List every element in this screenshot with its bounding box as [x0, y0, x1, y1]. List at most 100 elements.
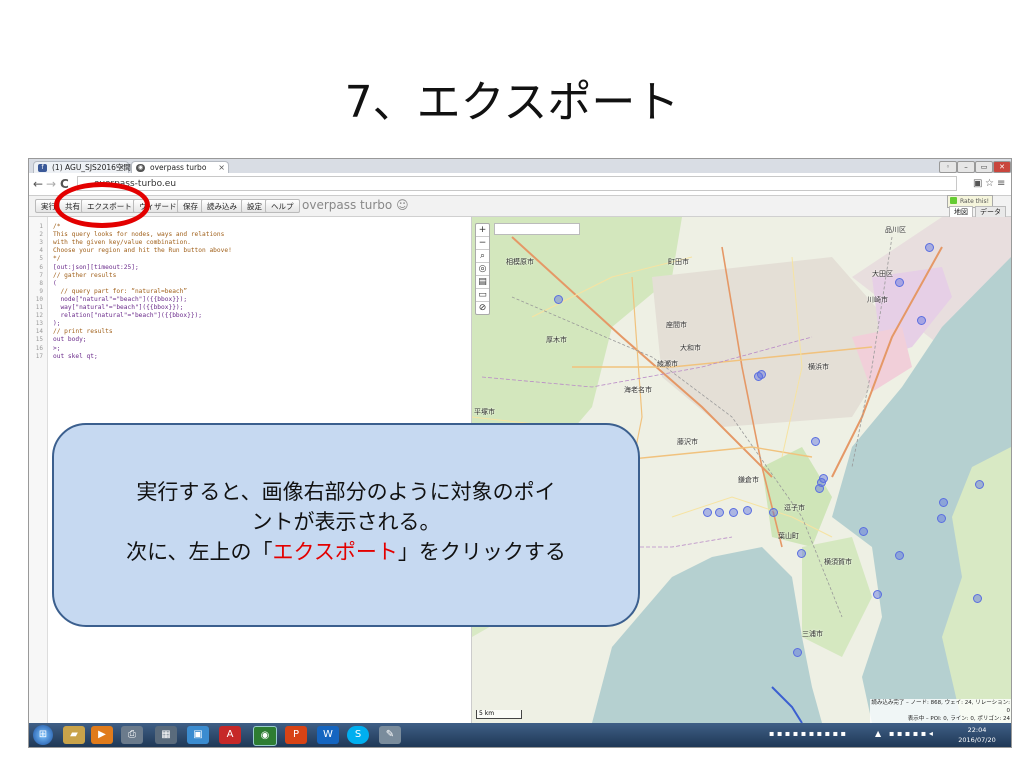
tab-facebook[interactable]: f (1) AGU_SJS2016空間 × [33, 161, 131, 173]
zoom-out-button[interactable]: − [476, 237, 489, 250]
code-line[interactable]: // query part for: “natural=beach” [53, 288, 187, 296]
tray-icons[interactable]: ▪ ▪ ▪ ▪ ▪ ▪ ▪ ▪ ▪ ▪ [769, 729, 846, 738]
map-place-label: 三浦市 [802, 630, 823, 638]
callout-line-3: 次に、左上の「エクスポート」をクリックする [54, 537, 638, 567]
code-line[interactable]: [out:json][timeout:25]; [53, 264, 139, 272]
code-line[interactable]: // print results [53, 328, 113, 336]
code-line[interactable]: */ [53, 255, 60, 263]
load-stats: 読み込み完了 – ノード: 868, ウェイ: 24, リレーション: 0 表示… [870, 699, 1011, 723]
beach-marker[interactable] [769, 508, 778, 517]
fullscreen-icon[interactable]: ▭ [476, 289, 489, 302]
line-number: 16 [35, 344, 43, 352]
minimize-icon[interactable]: – [957, 161, 975, 173]
beach-marker[interactable] [925, 243, 934, 252]
paint-icon[interactable]: ✎ [379, 726, 401, 744]
clock[interactable]: 22:04 2016/07/20 [947, 725, 1007, 745]
maximize-icon[interactable]: ▭ [975, 161, 993, 173]
code-line[interactable]: This query looks for nodes, ways and rel… [53, 231, 224, 239]
code-line[interactable]: Choose your region and hit the Run butto… [53, 247, 232, 255]
map-search-input[interactable] [494, 223, 580, 235]
map-place-label: 座間市 [666, 321, 687, 329]
line-number: 9 [39, 287, 43, 295]
media-player-icon[interactable]: ▶ [91, 726, 113, 744]
code-line[interactable]: out skel qt; [53, 353, 98, 361]
code-line[interactable]: ); [53, 320, 60, 328]
beach-marker[interactable] [859, 527, 868, 536]
map-place-label: 葉山町 [778, 532, 799, 540]
code-line[interactable]: relation["natural"="beach"]({{bbox}}); [53, 312, 202, 320]
code-line[interactable]: node["natural"="beach"]({{bbox}}); [53, 296, 187, 304]
beach-marker[interactable] [715, 508, 724, 517]
facebook-icon: f [38, 164, 47, 172]
menu-icon[interactable]: ≡ [997, 178, 1005, 189]
map-place-label: 綾瀬市 [657, 360, 678, 368]
tray-status-icons[interactable]: ▪ ▪ ▪ ▪ ▪ ◂ [889, 729, 933, 738]
code-line[interactable]: way["natural"="beach"]({{bbox}}); [53, 304, 183, 312]
window-close-icon[interactable]: ✕ [993, 161, 1011, 173]
beach-marker[interactable] [937, 514, 946, 523]
printer-icon[interactable]: ⎙ [121, 726, 143, 744]
instruction-callout: 実行すると、画像右部分のように対象のポイ ントが表示される。 次に、左上の「エク… [52, 423, 640, 627]
brand-title: overpass turbo ☺ [302, 198, 409, 212]
beach-marker[interactable] [973, 594, 982, 603]
word-icon[interactable]: W [317, 726, 339, 744]
network-icon[interactable]: ▦ [155, 726, 177, 744]
chrome-icon[interactable]: ◉ [253, 726, 277, 746]
beach-marker[interactable] [917, 316, 926, 325]
skype-icon[interactable]: S [347, 726, 369, 744]
clear-icon[interactable]: ⊘ [476, 302, 489, 314]
line-number: 3 [39, 239, 43, 247]
beach-marker[interactable] [793, 648, 802, 657]
beach-marker[interactable] [895, 278, 904, 287]
beach-marker[interactable] [703, 508, 712, 517]
start-button[interactable]: ⊞ [33, 725, 53, 745]
callout-export-highlight: エクスポート [272, 540, 398, 564]
code-line[interactable]: // gather results [53, 272, 116, 280]
beach-marker[interactable] [729, 508, 738, 517]
beach-marker[interactable] [811, 437, 820, 446]
explorer-icon[interactable]: ▰ [63, 726, 85, 744]
beach-marker[interactable] [815, 484, 824, 493]
layers-icon[interactable]: ▤ [476, 276, 489, 289]
code-line[interactable]: with the given key/value combination. [53, 239, 191, 247]
star-icon[interactable]: ☆ [985, 178, 994, 189]
code-line[interactable]: ( [53, 280, 57, 288]
slide-title: 7、エクスポート [344, 77, 680, 128]
help-button[interactable]: ヘルプ [265, 199, 300, 213]
code-line[interactable]: out body; [53, 336, 87, 344]
save-button[interactable]: 保存 [177, 199, 204, 213]
tab-overpass[interactable]: ◉ overpass turbo × [131, 161, 229, 173]
line-number: 2 [39, 231, 43, 239]
beach-marker[interactable] [975, 480, 984, 489]
beach-marker[interactable] [939, 498, 948, 507]
beach-marker[interactable] [754, 372, 763, 381]
beach-marker[interactable] [895, 551, 904, 560]
export-highlight-circle [54, 182, 150, 228]
overpass-icon: ◉ [136, 164, 145, 172]
acrobat-icon[interactable]: A [219, 726, 241, 744]
settings-button[interactable]: 設定 [241, 199, 268, 213]
code-line[interactable]: /* [53, 223, 60, 231]
beach-marker[interactable] [797, 549, 806, 558]
load-button[interactable]: 読み込み [201, 199, 243, 213]
tray-arrow-icon[interactable]: ▲ [875, 729, 881, 738]
search-icon[interactable]: ⌕ [476, 250, 489, 263]
map-place-label: 横須賀市 [824, 558, 852, 566]
scale-bar: 5 km [476, 710, 522, 719]
powerpoint-icon[interactable]: P [285, 726, 307, 744]
beach-marker[interactable] [554, 295, 563, 304]
beach-marker[interactable] [873, 590, 882, 599]
translate-icon[interactable]: ▣ [973, 178, 982, 189]
map-place-label: 鎌倉市 [738, 476, 759, 484]
back-arrow-icon[interactable]: ← [33, 177, 43, 191]
user-icon[interactable]: ◦ [939, 161, 957, 173]
map-place-label: 町田市 [668, 258, 689, 266]
url-input[interactable]: overpass-turbo.eu [77, 176, 957, 191]
app-icon[interactable]: ▣ [187, 726, 209, 744]
forward-arrow-icon[interactable]: → [46, 177, 56, 191]
callout-line-3-post: 」をクリックする [397, 540, 566, 564]
locate-icon[interactable]: ◎ [476, 263, 489, 276]
code-line[interactable]: >; [53, 345, 60, 353]
zoom-in-button[interactable]: + [476, 224, 489, 237]
beach-marker[interactable] [743, 506, 752, 515]
